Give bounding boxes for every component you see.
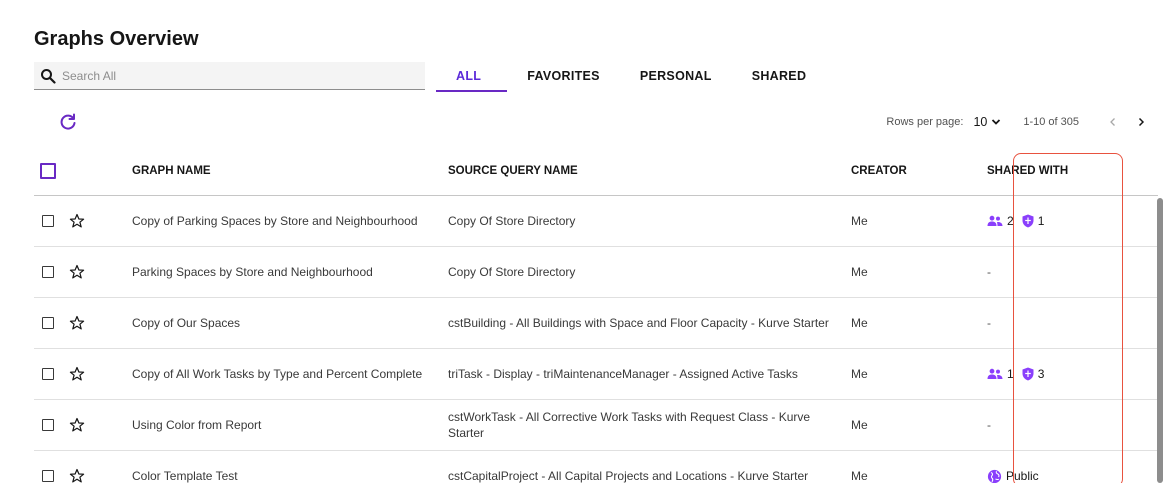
graph-name[interactable]: Copy of Parking Spaces by Store and Neig… [92,214,448,228]
creator: Me [851,316,868,330]
tab-favorites[interactable]: FAVORITES [507,62,620,92]
shared-roles: 1 [1022,214,1045,228]
shared-roles-count: 1 [1037,214,1045,228]
graph-name[interactable]: Using Color from Report [92,418,448,432]
shared-with: 1 3 [973,367,1093,381]
shared-with: - [973,265,1093,279]
page-range: 1-10 of 305 [1023,116,1079,128]
shared-none: - [987,265,991,279]
star-icon[interactable] [69,315,85,331]
shared-groups-count: 2 [1007,214,1014,228]
creator: Me [851,469,868,483]
creator: Me [851,214,868,228]
previous-page-button[interactable] [1099,110,1127,134]
table-row[interactable]: Copy of All Work Tasks by Type and Perce… [34,349,1158,400]
star-icon[interactable] [69,366,85,382]
star-icon[interactable] [69,468,85,483]
source-query-name: cstCapitalProject - All Capital Projects… [448,469,809,483]
source-query-name: Copy Of Store Directory [448,214,576,228]
scrollbar[interactable] [1157,198,1163,483]
shared-with: 2 1 [973,214,1093,228]
table-row[interactable]: Using Color from Report cstWorkTask - Al… [34,400,1158,451]
shield-icon [1022,367,1034,381]
shared-with: - [973,418,1093,432]
tab-shared[interactable]: SHARED [732,62,827,92]
page-title: Graphs Overview [34,28,199,50]
globe-icon [987,469,1002,483]
table-row[interactable]: Parking Spaces by Store and Neighbourhoo… [34,247,1158,298]
refresh-icon[interactable] [58,112,78,132]
star-icon[interactable] [69,213,85,229]
header-creator[interactable]: CREATOR [851,165,973,177]
row-checkbox[interactable] [42,317,54,329]
pagination: Rows per page: 10 1-10 of 305 [886,110,1155,134]
table-row[interactable]: Copy of Parking Spaces by Store and Neig… [34,196,1158,247]
graph-name[interactable]: Copy of All Work Tasks by Type and Perce… [92,367,448,381]
tab-bar: ALL FAVORITES PERSONAL SHARED [436,62,826,92]
shared-none: - [987,316,991,330]
select-all-checkbox[interactable] [40,162,56,179]
shared-roles: 3 [1022,367,1045,381]
source-query-name: cstWorkTask - All Corrective Work Tasks … [448,410,811,440]
rows-per-page-label: Rows per page: [886,116,964,128]
source-query-name: cstBuilding - All Buildings with Space a… [448,316,829,330]
creator: Me [851,367,868,381]
row-checkbox[interactable] [42,266,54,278]
rows-per-page-value: 10 [973,115,988,129]
tab-personal[interactable]: PERSONAL [620,62,732,92]
chevron-right-icon [1138,117,1145,127]
source-query-name: Copy Of Store Directory [448,265,576,279]
graph-name[interactable]: Copy of Our Spaces [92,316,448,330]
shared-public: Public [987,469,1039,483]
creator: Me [851,418,868,432]
graph-name[interactable]: Parking Spaces by Store and Neighbourhoo… [92,265,448,279]
shared-none: - [987,418,991,432]
search-icon [41,68,56,84]
chevron-down-icon [992,119,1001,125]
row-checkbox[interactable] [42,215,54,227]
source-query-name: triTask - Display - triMaintenanceManage… [448,367,798,381]
table-row[interactable]: Copy of Our Spaces cstBuilding - All Bui… [34,298,1158,349]
header-graph-name[interactable]: GRAPH NAME [92,165,448,177]
row-checkbox[interactable] [42,470,54,482]
search-input[interactable] [62,68,402,83]
user-group-icon [987,215,1003,226]
creator: Me [851,265,868,279]
shared-groups: 1 [987,367,1014,381]
user-group-icon [987,368,1003,379]
header-source-query-name[interactable]: SOURCE QUERY NAME [448,163,851,179]
rows-per-page-select[interactable]: 10 [973,115,1001,129]
shared-public-label: Public [1006,469,1039,483]
shared-roles-count: 3 [1037,367,1045,381]
shared-groups-count: 1 [1007,367,1014,381]
table-row[interactable]: Color Template Test cstCapitalProject - … [34,451,1158,483]
star-icon[interactable] [69,417,85,433]
graph-name[interactable]: Color Template Test [92,469,448,483]
graphs-table: GRAPH NAME SOURCE QUERY NAME CREATOR SHA… [34,146,1158,483]
star-icon[interactable] [69,264,85,280]
header-shared-with[interactable]: SHARED WITH [973,165,1093,177]
shared-with: - [973,316,1093,330]
search-box[interactable] [34,62,425,90]
tab-all[interactable]: ALL [436,62,508,92]
shared-groups: 2 [987,214,1014,228]
table-header-row: GRAPH NAME SOURCE QUERY NAME CREATOR SHA… [34,146,1158,196]
next-page-button[interactable] [1127,110,1155,134]
chevron-left-icon [1110,118,1115,126]
row-checkbox[interactable] [42,419,54,431]
shield-icon [1022,214,1034,228]
shared-with: Public [973,469,1093,483]
row-checkbox[interactable] [42,368,54,380]
